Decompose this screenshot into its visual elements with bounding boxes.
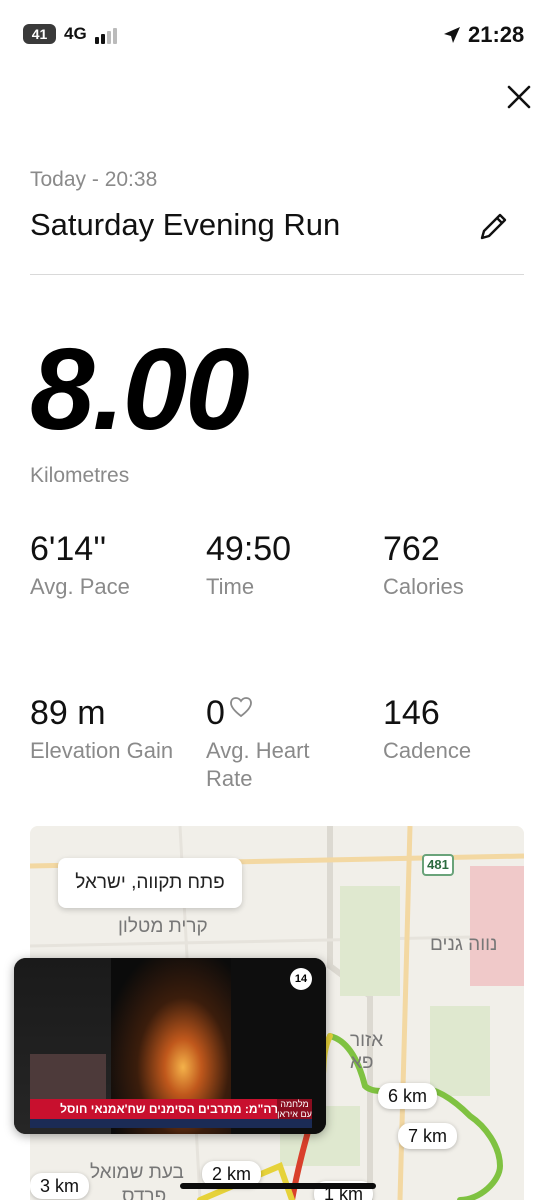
stat-label: Avg. Heart Rate xyxy=(206,738,310,791)
home-indicator[interactable] xyxy=(180,1183,376,1189)
stat-elevation-gain: 89 m Elevation Gain xyxy=(30,694,180,765)
activity-date-time: Today - 20:38 xyxy=(30,168,158,191)
stat-value: 146 xyxy=(383,694,440,732)
map-label: נווה גנים xyxy=(430,934,498,955)
stat-value: 762 xyxy=(383,530,440,568)
km-marker: 3 km xyxy=(30,1173,90,1199)
stat-label: Cadence xyxy=(383,738,472,763)
status-bar: 41 4G 21:28 xyxy=(0,0,554,62)
heart-icon xyxy=(230,697,252,718)
stat-cadence: 146 Cadence xyxy=(383,694,471,765)
km-marker: 6 km xyxy=(378,1083,438,1109)
stat-value: 0 xyxy=(206,694,225,732)
map-label: פרדס xyxy=(122,1186,167,1200)
location-card[interactable]: פתח תקווה, ישראל xyxy=(58,858,242,908)
header-divider xyxy=(30,274,524,275)
channel-logo: 14 xyxy=(290,968,312,990)
distance-unit: Kilometres xyxy=(30,464,130,487)
video-inset xyxy=(30,1054,106,1099)
stat-time: 49:50 Time xyxy=(206,530,291,601)
video-ticker xyxy=(30,1119,312,1128)
activity-title: Saturday Evening Run xyxy=(30,207,341,242)
stat-calories: 762 Calories xyxy=(383,530,464,601)
map-label: קרית מטלון xyxy=(118,916,208,937)
close-icon[interactable] xyxy=(502,80,536,114)
battery-indicator: 41 xyxy=(23,24,56,44)
map-label: פא xyxy=(350,1052,374,1073)
video-headline: רה"מ: מתרבים הסימנים שח'אמנאי חוסל xyxy=(30,1099,312,1119)
stat-avg-heart-rate: 0 Avg. Heart Rate xyxy=(206,694,356,793)
signal-icon xyxy=(95,28,123,44)
stat-value: 89 m xyxy=(30,694,106,732)
stat-label: Calories xyxy=(383,574,464,599)
network-type: 4G xyxy=(64,24,87,43)
status-time: 21:28 xyxy=(468,22,525,47)
stat-label: Time xyxy=(206,574,255,599)
stat-value: 6'14'' xyxy=(30,530,107,568)
distance-value: 8.00 xyxy=(30,324,250,454)
edit-pencil-icon[interactable] xyxy=(474,208,512,246)
video-pip[interactable]: 14 רה"מ: מתרבים הסימנים שח'אמנאי חוסל מל… xyxy=(14,958,326,1134)
video-tag: מלחמה עם איראן xyxy=(277,1099,312,1119)
stat-value: 49:50 xyxy=(206,530,292,568)
stat-label: Avg. Pace xyxy=(30,574,130,599)
map-label: אזור xyxy=(350,1030,384,1051)
location-arrow-icon xyxy=(444,27,460,43)
km-marker: 7 km xyxy=(398,1123,458,1149)
stat-label: Elevation Gain xyxy=(30,738,174,763)
map-label: בעת שמואל xyxy=(90,1162,184,1183)
road-number-badge: 481 xyxy=(422,854,454,876)
stat-avg-pace: 6'14'' Avg. Pace xyxy=(30,530,130,601)
